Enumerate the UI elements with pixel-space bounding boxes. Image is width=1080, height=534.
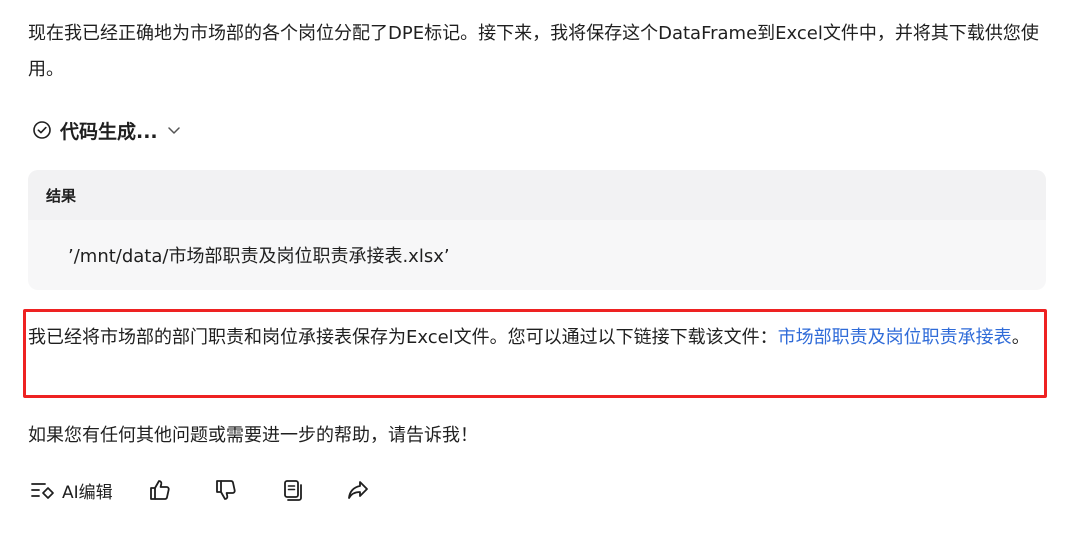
- ai-edit-icon: [30, 479, 56, 501]
- thumbs-down-button[interactable]: [213, 477, 239, 503]
- share-icon: [346, 478, 370, 502]
- saved-text: 我已经将市场部的部门职责和岗位承接表保存为Excel文件。您可以通过以下链接下载…: [28, 327, 778, 348]
- ai-edit-button[interactable]: AI编辑: [30, 478, 113, 503]
- code-generation-label: 代码生成...: [60, 120, 158, 143]
- copy-icon: [280, 478, 304, 502]
- check-circle-icon: [32, 120, 52, 140]
- ai-edit-label: AI编辑: [62, 482, 113, 503]
- copy-button[interactable]: [279, 477, 305, 503]
- download-link[interactable]: 市场部职责及岗位职责承接表: [778, 327, 1012, 348]
- chevron-down-icon: [166, 122, 182, 138]
- saved-suffix: 。: [1011, 327, 1030, 348]
- message-actions: AI编辑: [30, 474, 411, 506]
- result-panel: 结果 ’/mnt/data/市场部职责及岗位职责承接表.xlsx’: [28, 170, 1046, 290]
- thumbs-up-button[interactable]: [147, 477, 173, 503]
- thumbs-down-icon: [214, 478, 238, 502]
- thumbs-up-icon: [148, 478, 172, 502]
- code-generation-toggle[interactable]: 代码生成...: [32, 114, 182, 146]
- result-header: 结果: [28, 170, 1046, 220]
- result-output: ’/mnt/data/市场部职责及岗位职责承接表.xlsx’: [68, 246, 450, 267]
- saved-paragraph: 我已经将市场部的部门职责和岗位承接表保存为Excel文件。您可以通过以下链接下载…: [28, 320, 1044, 356]
- followup-paragraph: 如果您有任何其他问题或需要进一步的帮助，请告诉我！: [28, 425, 478, 446]
- share-button[interactable]: [345, 477, 371, 503]
- intro-paragraph: 现在我已经正确地为市场部的各个岗位分配了DPE标记。接下来，我将保存这个Data…: [28, 23, 1039, 80]
